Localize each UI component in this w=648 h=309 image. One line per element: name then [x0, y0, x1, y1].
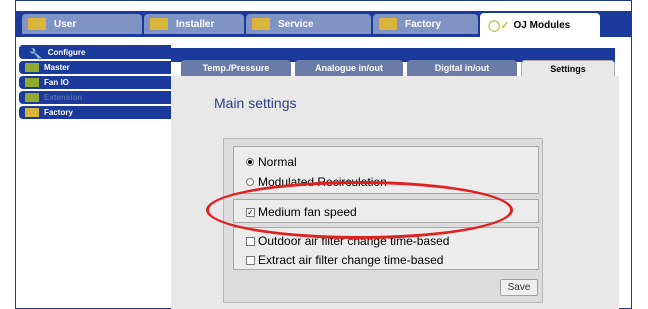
oj-logo-icon: ◯✓ — [488, 20, 510, 32]
tab-settings[interactable]: Settings — [521, 60, 615, 76]
left-nav: 🔧 Configure Master Fan IO Extension Fact… — [19, 45, 171, 121]
tab-analogue-in-out[interactable]: Analogue in/out — [295, 60, 403, 76]
checkbox-extract-air-filter[interactable]: Extract air filter change time-based — [246, 253, 443, 267]
tab-temp-pressure[interactable]: Temp./Pressure — [181, 60, 291, 76]
installer-icon — [150, 18, 168, 30]
page-title: Main settings — [214, 95, 297, 111]
tab-installer[interactable]: Installer — [144, 14, 244, 34]
sub-tab-bar: Temp./Pressure Analogue in/out Digital i… — [171, 60, 615, 76]
nav-item-extension[interactable]: Extension — [19, 91, 171, 104]
nav-item-configure[interactable]: 🔧 Configure — [19, 45, 171, 61]
tab-factory[interactable]: Factory — [373, 14, 478, 34]
radio-normal[interactable]: Normal — [246, 155, 297, 169]
highlight-ellipse — [206, 181, 513, 239]
radio-unselected[interactable] — [246, 178, 254, 186]
tab-service[interactable]: Service — [246, 14, 371, 34]
service-icon — [252, 18, 270, 30]
module-icon — [25, 63, 39, 72]
radio-selected[interactable] — [246, 158, 254, 166]
checkbox-unchecked[interactable] — [246, 255, 255, 265]
tab-user[interactable]: User — [22, 14, 142, 34]
nav-item-master[interactable]: Master — [19, 61, 171, 74]
module-icon — [25, 78, 39, 87]
nav-item-fan-io[interactable]: Fan IO — [19, 76, 171, 89]
nav-item-factory[interactable]: Factory — [19, 106, 171, 119]
checkbox-unchecked[interactable] — [246, 236, 255, 246]
factory-icon — [379, 18, 397, 30]
wrench-icon: 🔧 — [29, 48, 43, 61]
module-icon — [25, 93, 39, 102]
user-icon — [28, 18, 46, 30]
save-button[interactable]: Save — [500, 279, 538, 296]
tab-oj-modules[interactable]: ◯✓ OJ Modules — [480, 13, 600, 37]
tab-digital-in-out[interactable]: Digital in/out — [407, 60, 517, 76]
factory-icon — [25, 108, 39, 117]
top-tab-bar: User Installer Service Factory ◯✓ OJ Mod… — [16, 11, 631, 37]
